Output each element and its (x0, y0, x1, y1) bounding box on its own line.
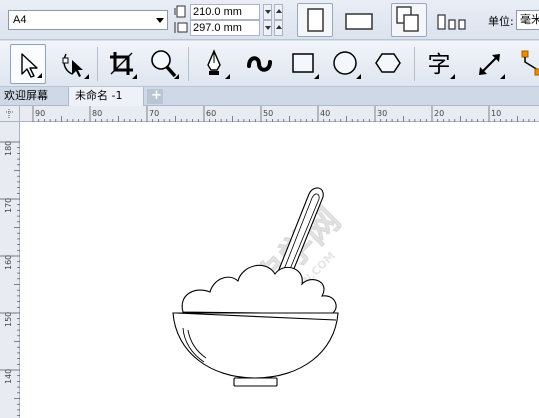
brush-stroke-icon (247, 56, 272, 72)
current-page-button[interactable] (434, 3, 470, 37)
toolbox-separator (97, 47, 98, 81)
ruler-label: 150 (4, 312, 13, 327)
rectangle-tool-button[interactable] (286, 44, 322, 84)
multiple-pages-icon (396, 6, 419, 32)
freehand-tool-button[interactable] (197, 44, 233, 84)
units-label: 单位: (488, 15, 514, 28)
flyout-corner-icon (314, 74, 319, 79)
ruler-label: 180 (4, 141, 13, 156)
page-width-spin-down[interactable] (263, 4, 272, 20)
flyout-corner-icon (84, 74, 89, 79)
portrait-button[interactable] (297, 3, 333, 37)
page-height-input[interactable]: 297.0 mm (190, 20, 260, 36)
flyout-corner-icon (500, 74, 505, 79)
document-tab-bar: 欢迎屏幕 未命名 -1 + (0, 87, 539, 106)
ruler-label: 160 (4, 255, 13, 270)
ruler-label: 10 (491, 109, 501, 118)
svg-text:字: 字 (428, 52, 451, 78)
ruler-label: 140 (4, 369, 13, 384)
flyout-corner-icon (132, 74, 137, 79)
drawing-canvas[interactable]: 软件自学网 WWW.RJZXW.COM (20, 122, 539, 418)
tab-welcome-screen[interactable]: 欢迎屏幕 (0, 87, 68, 106)
vertical-ruler[interactable]: 180 170 160 150 140 (0, 122, 20, 418)
bowl-illustration[interactable] (172, 187, 339, 387)
landscape-button[interactable] (341, 3, 377, 37)
flyout-corner-icon (450, 74, 455, 79)
toolbox-separator (188, 47, 189, 81)
artistic-media-tool-button[interactable] (242, 44, 278, 84)
chevron-down-icon (156, 18, 164, 23)
ruler-label: 80 (92, 109, 102, 118)
property-bar: A4 210.0 mm 297.0 mm 单位: 毫 (0, 0, 539, 40)
shape-tool-button[interactable] (56, 44, 92, 84)
toolbox: 字 (0, 41, 539, 87)
flyout-corner-icon (174, 74, 179, 79)
ruler-label: 20 (434, 109, 444, 118)
drawing-area: 软件自学网 WWW.RJZXW.COM (172, 187, 349, 387)
horizontal-ruler-scale: 90 80 70 60 50 40 30 20 10 (32, 106, 535, 122)
horizontal-ruler[interactable]: 90 80 70 60 50 40 30 20 10 (20, 106, 539, 122)
crop-tool-button[interactable] (104, 44, 140, 84)
text-tool-button[interactable]: 字 (422, 44, 458, 84)
ruler-label: 60 (206, 109, 216, 118)
toolbox-separator (414, 47, 415, 81)
polygon-tool-button[interactable] (371, 44, 407, 84)
ruler-label: 90 (35, 109, 45, 118)
ruler-label: 170 (4, 198, 13, 213)
dimension-tool-button[interactable] (472, 44, 508, 84)
ruler-label: 40 (320, 109, 330, 118)
flyout-corner-icon (356, 74, 361, 79)
new-tab-button[interactable]: + (147, 89, 163, 104)
ruler-label: 70 (149, 109, 159, 118)
portrait-page-icon (307, 8, 324, 32)
zoom-tool-button[interactable] (146, 44, 182, 84)
bowl-body (172, 312, 339, 379)
ruler-label: 30 (377, 109, 387, 118)
paper-size-select[interactable]: A4 (8, 10, 168, 30)
ellipse-tool-button[interactable] (328, 44, 364, 84)
connector-tool-button[interactable] (514, 44, 539, 84)
pick-tool-button[interactable] (10, 44, 46, 84)
page-width-input[interactable]: 210.0 mm (190, 4, 260, 20)
paper-size-value: A4 (13, 14, 27, 26)
ruler-origin[interactable] (0, 106, 20, 122)
coreldraw-window: A4 210.0 mm 297.0 mm 单位: 毫 字 欢迎屏幕 未命名 -1… (0, 0, 539, 418)
connector-icon (521, 50, 539, 76)
flyout-corner-icon (225, 74, 230, 79)
units-select[interactable]: 毫米 (516, 10, 539, 30)
page-height-icon (174, 22, 188, 33)
page-bars-icon (437, 14, 466, 30)
ruler-origin-icon (6, 109, 13, 119)
page-width-spin-up[interactable] (274, 4, 283, 20)
ruler-label: 50 (263, 109, 273, 118)
page-height-spin-down[interactable] (263, 20, 272, 36)
vertical-ruler-scale: 180 170 160 150 140 (0, 141, 20, 416)
tab-untitled-document[interactable]: 未命名 -1 (68, 87, 144, 106)
hexagon-icon (375, 53, 401, 73)
bowl-foot (233, 377, 278, 387)
page-height-spin-up[interactable] (274, 20, 283, 36)
all-pages-button[interactable] (391, 3, 427, 37)
landscape-page-icon (345, 13, 373, 30)
page-width-icon (174, 5, 186, 18)
flyout-corner-icon (37, 73, 42, 78)
